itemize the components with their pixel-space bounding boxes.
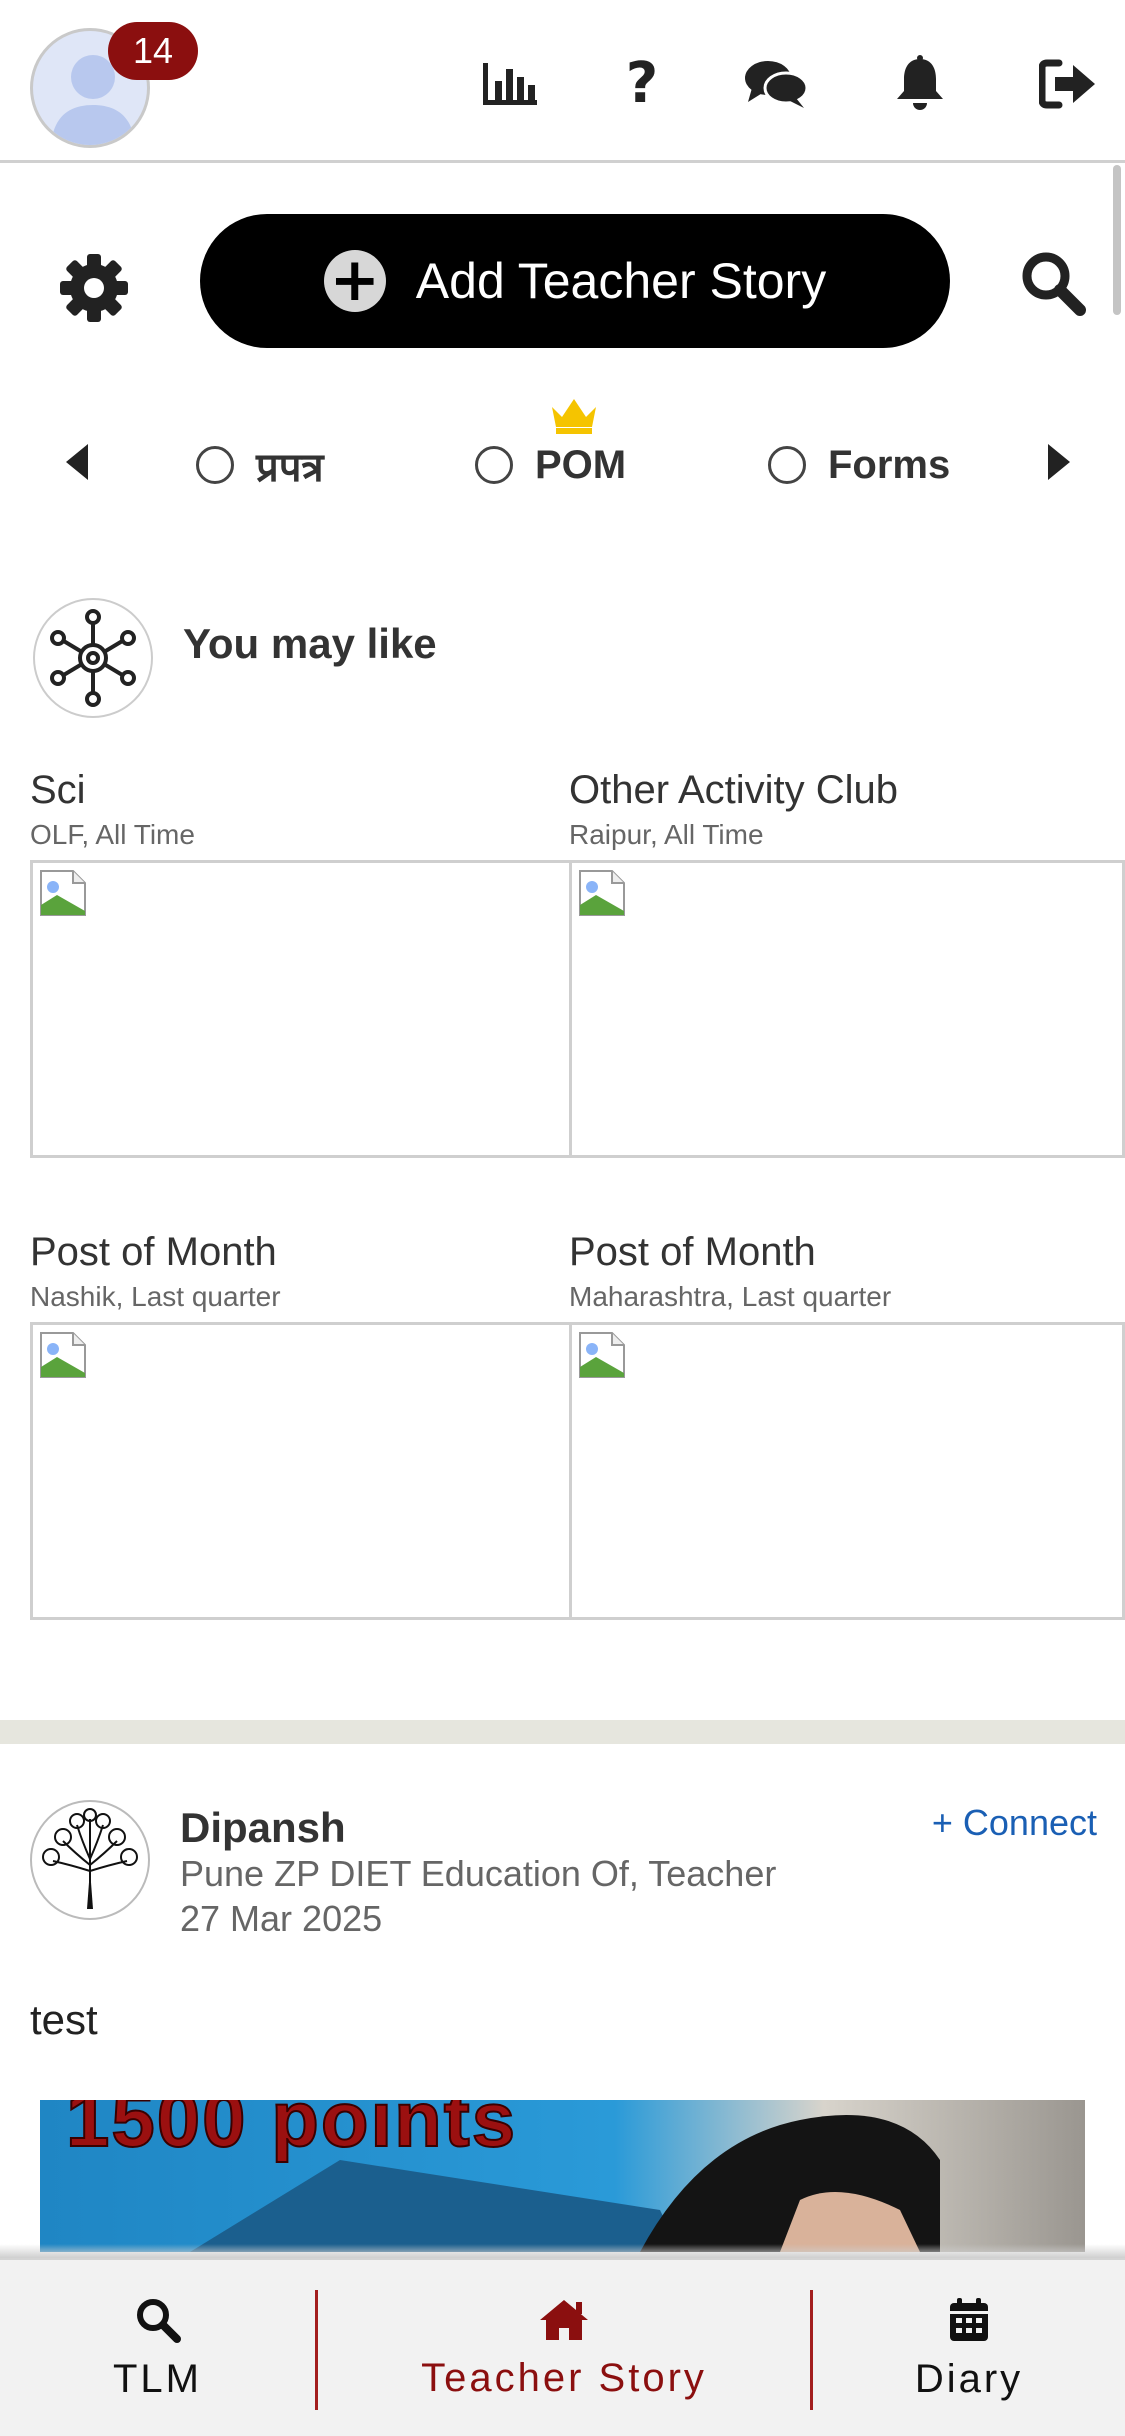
card-title: Post of Month [569,1230,816,1274]
card-title: Post of Month [30,1230,277,1274]
search-button[interactable] [1020,250,1086,316]
logout-button[interactable] [1036,52,1100,116]
nav-teacher-story[interactable]: Teacher Story [318,2260,810,2436]
broken-image-icon [579,870,625,916]
radio-button[interactable] [475,446,513,484]
tree-logo-icon [42,1808,138,1909]
section-divider [0,1720,1125,1744]
post-image-caption: 1500 points [65,2100,518,2164]
author-role: Pune ZP DIET Education Of, Teacher [180,1853,777,1894]
bottom-navigation: TLM Teacher Story Diary [0,2258,1125,2436]
filter-label: Forms [828,442,951,487]
card-image[interactable] [30,1322,574,1620]
card-subtitle: Raipur, All Time [569,819,764,850]
caret-right-icon [1048,444,1070,480]
post-text: test [30,1996,98,2043]
filter-label: POM [535,442,627,487]
hub-icon [33,598,153,718]
filter-option-pom[interactable]: POM [475,440,626,490]
chat-icon [745,61,808,108]
filter-label: प्रपत्र [256,445,324,490]
bar-chart-icon [483,63,537,105]
nav-tlm[interactable]: TLM [0,2260,315,2436]
post-image[interactable]: 1500 points [40,2100,1085,2252]
caret-left-icon [66,444,88,480]
author-avatar[interactable] [30,1800,150,1920]
post-date: 27 Mar 2025 [180,1898,383,1939]
card-image[interactable] [569,860,1125,1158]
gear-icon [60,254,128,322]
home-icon [540,2299,588,2340]
bottom-nav-shadow [0,2244,1125,2258]
radio-button[interactable] [768,446,806,484]
card-title: Sci [30,768,86,812]
top-bar: 14 ? [0,0,1125,163]
suggestion-card[interactable]: Sci OLF, All Time [30,768,574,1158]
broken-image-icon [40,870,86,916]
card-subtitle: OLF, All Time [30,819,195,850]
chat-button[interactable] [744,52,808,116]
search-icon [136,2298,181,2343]
scroll-right-button[interactable] [1038,442,1078,482]
notification-count-badge: 14 [108,22,198,80]
help-icon: ? [625,51,659,116]
card-image[interactable] [569,1322,1125,1620]
suggestion-card[interactable]: Other Activity Club Raipur, All Time [569,768,1125,1158]
help-button[interactable]: ? [610,52,674,116]
suggestion-card[interactable]: Post of Month Maharashtra, Last quarter [569,1230,1125,1620]
connect-link[interactable]: + Connect [932,1802,1097,1844]
plus-circle-icon: + [323,250,386,312]
radio-button[interactable] [196,446,234,484]
scroll-left-button[interactable] [58,442,98,482]
nav-label: Teacher Story [421,2355,707,2400]
suggestion-card[interactable]: Post of Month Nashik, Last quarter [30,1230,574,1620]
calendar-icon [950,2297,988,2341]
author-name[interactable]: Dipansh [180,1804,346,1852]
filter-option-forms[interactable]: Forms [768,440,950,490]
filter-option-prapatra[interactable]: प्रपत्र [196,440,324,490]
nav-diary[interactable]: Diary [813,2260,1125,2436]
you-may-like-title: You may like [183,620,437,667]
add-teacher-story-button[interactable]: + Add Teacher Story [200,214,950,348]
settings-button[interactable] [58,252,130,324]
network-hub-icon [50,609,136,707]
crown-icon [552,399,596,434]
broken-image-icon [40,1332,86,1378]
bell-icon [897,55,943,110]
nav-label: TLM [113,2356,202,2401]
add-story-label: Add Teacher Story [415,253,827,309]
scrollbar-thumb[interactable] [1113,165,1121,315]
card-title: Other Activity Club [569,768,899,812]
logout-icon [1039,59,1095,109]
card-image[interactable] [30,860,574,1158]
broken-image-icon [579,1332,625,1378]
search-icon [1022,252,1086,316]
stats-button[interactable] [478,52,542,116]
card-subtitle: Nashik, Last quarter [30,1281,281,1312]
nav-label: Diary [914,2356,1024,2401]
card-subtitle: Maharashtra, Last quarter [569,1281,892,1312]
notifications-button[interactable] [888,52,952,116]
